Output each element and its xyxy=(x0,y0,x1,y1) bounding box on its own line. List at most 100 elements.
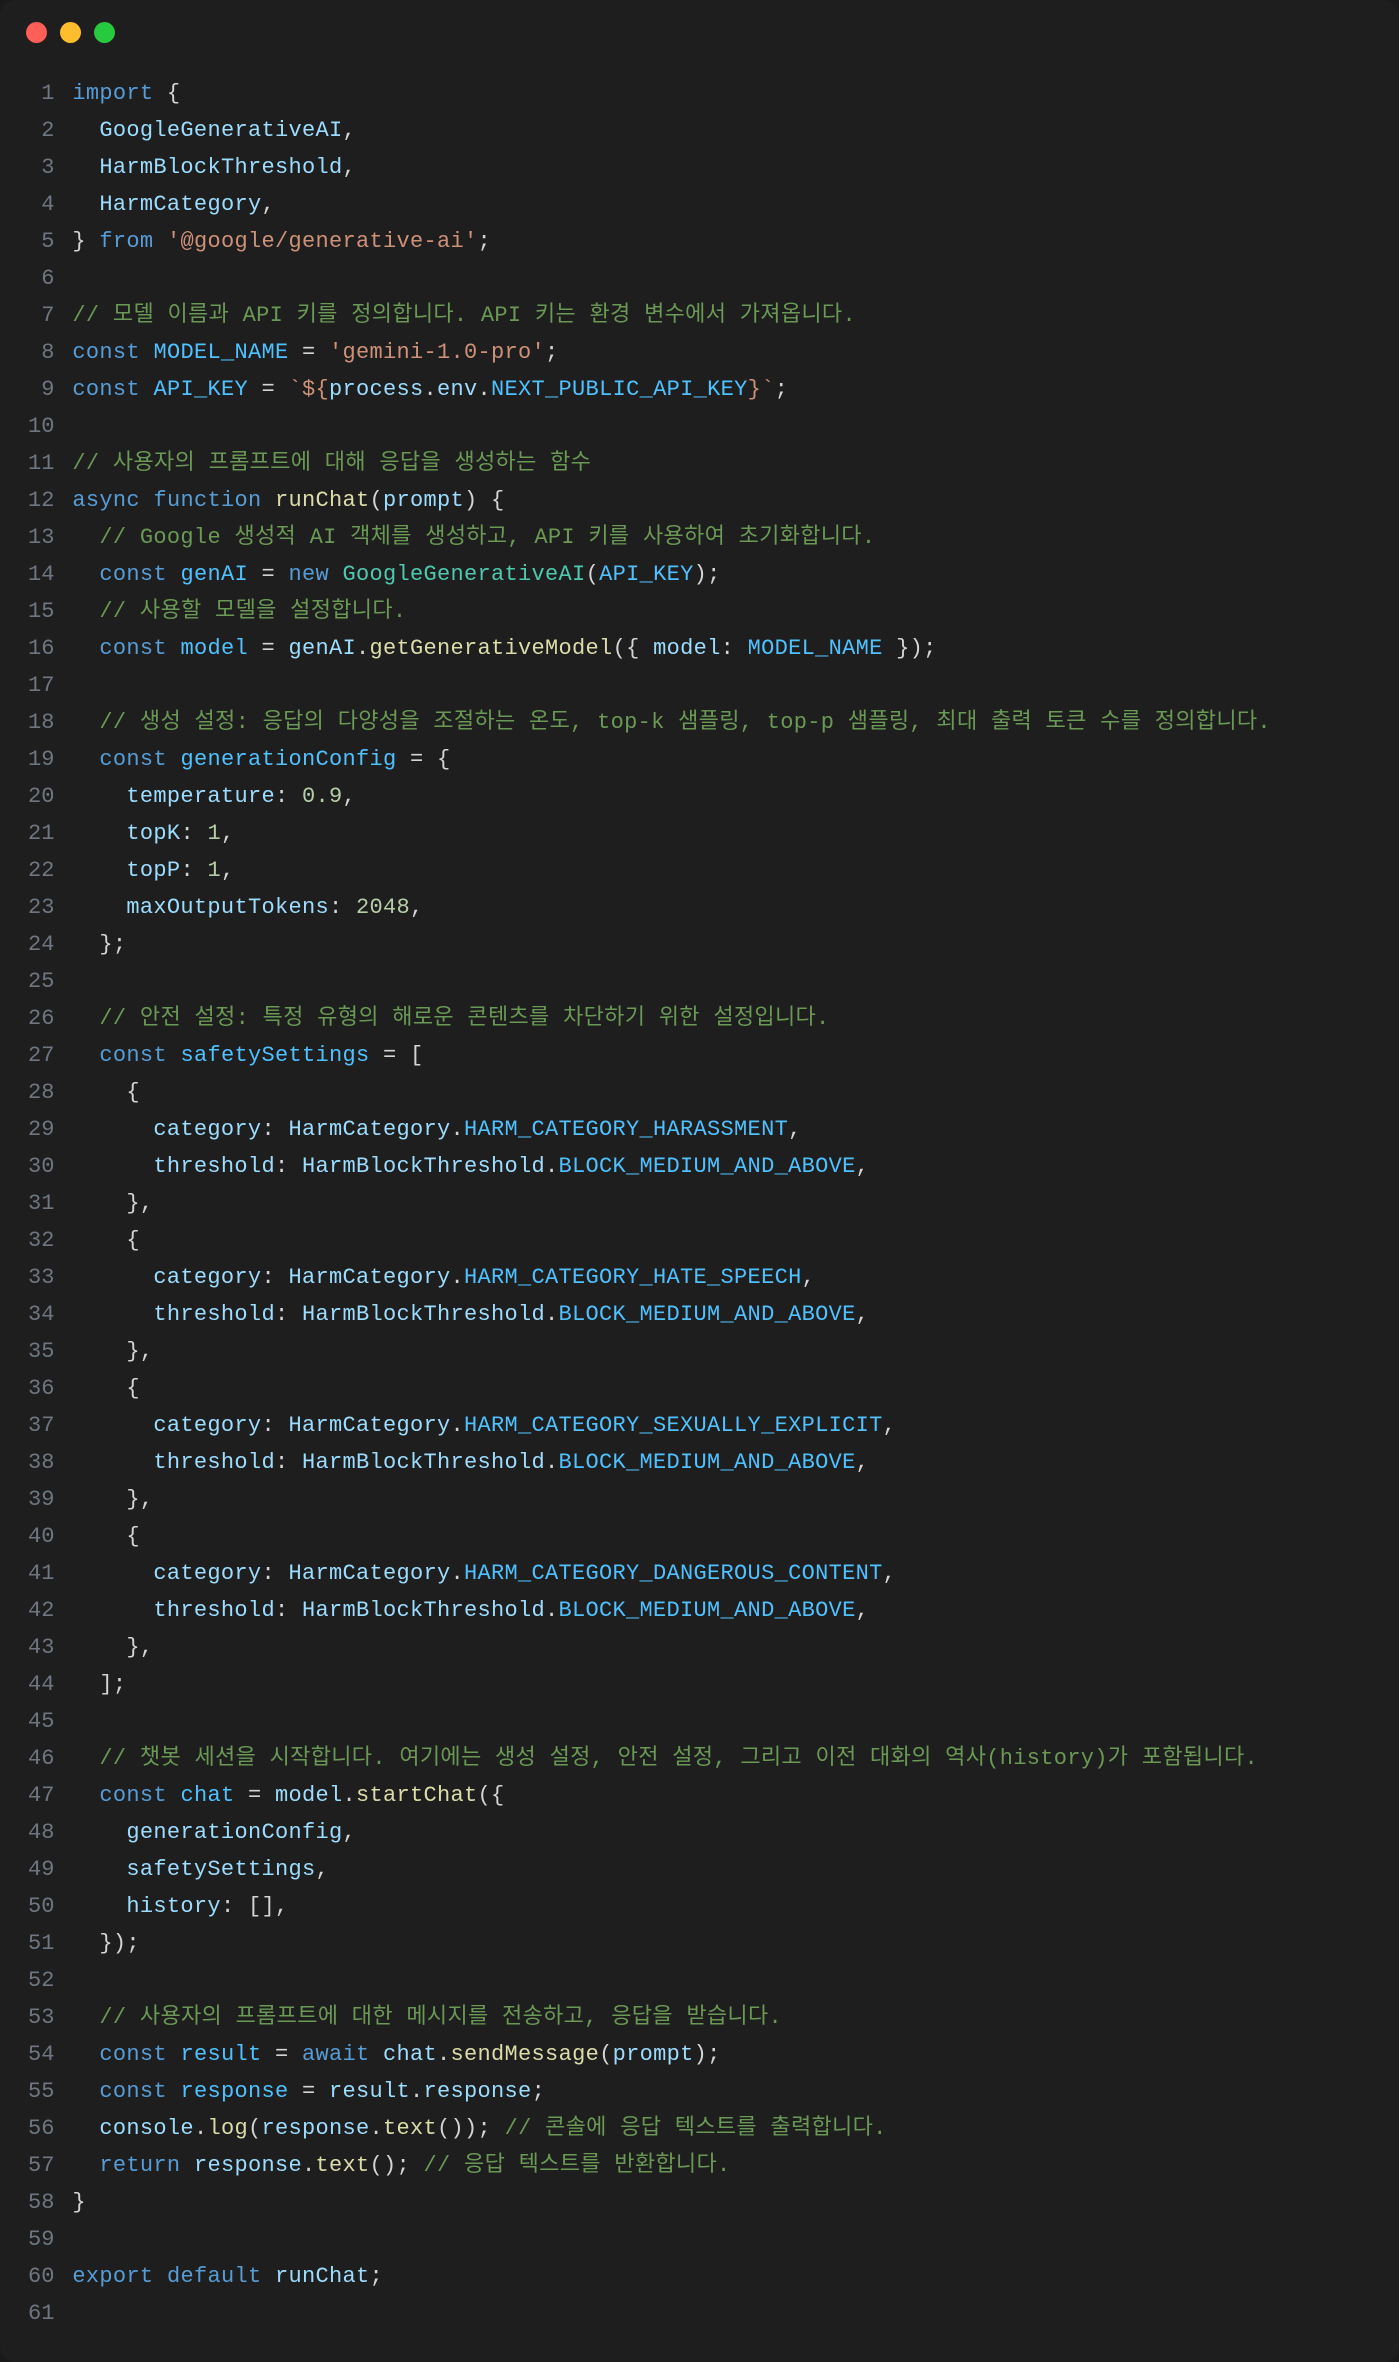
code-line[interactable]: threshold: HarmBlockThreshold.BLOCK_MEDI… xyxy=(72,1296,1369,1333)
token-var: HarmBlockThreshold xyxy=(302,1598,545,1623)
line-number: 34 xyxy=(28,1296,54,1333)
code-line[interactable]: maxOutputTokens: 2048, xyxy=(72,889,1369,926)
close-icon[interactable] xyxy=(26,22,47,43)
code-line[interactable] xyxy=(72,2221,1369,2258)
code-line[interactable]: const chat = model.startChat({ xyxy=(72,1777,1369,1814)
code-content[interactable]: import { GoogleGenerativeAI, HarmBlockTh… xyxy=(72,75,1399,2332)
code-line[interactable]: category: HarmCategory.HARM_CATEGORY_DAN… xyxy=(72,1555,1369,1592)
code-line[interactable]: // 안전 설정: 특정 유형의 해로운 콘텐츠를 차단하기 위한 설정입니다. xyxy=(72,1000,1369,1037)
code-line[interactable]: { xyxy=(72,1370,1369,1407)
token-const: HARM_CATEGORY_HARASSMENT xyxy=(464,1117,788,1142)
token-pun: , xyxy=(410,895,424,920)
code-line[interactable]: } xyxy=(72,2184,1369,2221)
token-pun: : [], xyxy=(221,1894,289,1919)
line-number: 36 xyxy=(28,1370,54,1407)
code-line[interactable]: async function runChat(prompt) { xyxy=(72,482,1369,519)
code-line[interactable]: }, xyxy=(72,1629,1369,1666)
code-line[interactable] xyxy=(72,667,1369,704)
code-line[interactable]: ]; xyxy=(72,1666,1369,1703)
code-line[interactable]: console.log(response.text()); // 콘솔에 응답 … xyxy=(72,2110,1369,2147)
line-number: 35 xyxy=(28,1333,54,1370)
code-line[interactable]: // Google 생성적 AI 객체를 생성하고, API 키를 사용하여 초… xyxy=(72,519,1369,556)
token-var: response xyxy=(261,2116,369,2141)
code-line[interactable]: HarmBlockThreshold, xyxy=(72,149,1369,186)
code-line[interactable]: topK: 1, xyxy=(72,815,1369,852)
token-pun: , xyxy=(802,1265,816,1290)
code-line[interactable]: threshold: HarmBlockThreshold.BLOCK_MEDI… xyxy=(72,1148,1369,1185)
token-pun: ( xyxy=(586,562,600,587)
token-pun xyxy=(72,784,126,809)
code-line[interactable]: } from '@google/generative-ai'; xyxy=(72,223,1369,260)
token-kw: new xyxy=(288,562,329,587)
code-line[interactable]: topP: 1, xyxy=(72,852,1369,889)
line-number: 48 xyxy=(28,1814,54,1851)
code-line[interactable]: const API_KEY = `${process.env.NEXT_PUBL… xyxy=(72,371,1369,408)
code-line[interactable] xyxy=(72,2295,1369,2332)
token-const: HARM_CATEGORY_HATE_SPEECH xyxy=(464,1265,802,1290)
code-line[interactable]: const MODEL_NAME = 'gemini-1.0-pro'; xyxy=(72,334,1369,371)
code-line[interactable] xyxy=(72,1962,1369,1999)
code-line[interactable]: const genAI = new GoogleGenerativeAI(API… xyxy=(72,556,1369,593)
code-line[interactable]: // 사용자의 프롬프트에 대해 응답을 생성하는 함수 xyxy=(72,445,1369,482)
code-line[interactable] xyxy=(72,260,1369,297)
code-line[interactable]: const result = await chat.sendMessage(pr… xyxy=(72,2036,1369,2073)
code-line[interactable]: history: [], xyxy=(72,1888,1369,1925)
code-line[interactable]: { xyxy=(72,1074,1369,1111)
line-number: 44 xyxy=(28,1666,54,1703)
code-line[interactable]: export default runChat; xyxy=(72,2258,1369,2295)
code-line[interactable] xyxy=(72,963,1369,1000)
code-line[interactable]: HarmCategory, xyxy=(72,186,1369,223)
minimize-icon[interactable] xyxy=(60,22,81,43)
code-line[interactable]: // 사용할 모델을 설정합니다. xyxy=(72,593,1369,630)
token-const: response xyxy=(180,2079,288,2104)
token-const: result xyxy=(180,2042,261,2067)
token-pun xyxy=(72,636,99,661)
token-pun: ({ xyxy=(478,1783,505,1808)
code-line[interactable]: category: HarmCategory.HARM_CATEGORY_HAT… xyxy=(72,1259,1369,1296)
code-line[interactable]: }, xyxy=(72,1185,1369,1222)
token-kw: const xyxy=(99,747,167,772)
code-line[interactable]: }, xyxy=(72,1333,1369,1370)
line-number: 23 xyxy=(28,889,54,926)
code-line[interactable]: const response = result.response; xyxy=(72,2073,1369,2110)
code-line[interactable]: // 챗봇 세션을 시작합니다. 여기에는 생성 설정, 안전 설정, 그리고 … xyxy=(72,1740,1369,1777)
line-number: 21 xyxy=(28,815,54,852)
token-str: `${ xyxy=(288,377,329,402)
token-pun xyxy=(72,1117,153,1142)
code-line[interactable]: // 모델 이름과 API 키를 정의합니다. API 키는 환경 변수에서 가… xyxy=(72,297,1369,334)
code-editor[interactable]: 1234567891011121314151617181920212223242… xyxy=(0,65,1399,2362)
token-pun: , xyxy=(221,858,235,883)
code-line[interactable]: }, xyxy=(72,1481,1369,1518)
line-number: 50 xyxy=(28,1888,54,1925)
code-line[interactable]: threshold: HarmBlockThreshold.BLOCK_MEDI… xyxy=(72,1592,1369,1629)
code-line[interactable]: GoogleGenerativeAI, xyxy=(72,112,1369,149)
code-line[interactable]: category: HarmCategory.HARM_CATEGORY_HAR… xyxy=(72,1111,1369,1148)
code-line[interactable]: { xyxy=(72,1518,1369,1555)
token-pun: . xyxy=(451,1561,465,1586)
code-line[interactable]: temperature: 0.9, xyxy=(72,778,1369,815)
code-line[interactable]: }); xyxy=(72,1925,1369,1962)
code-line[interactable]: category: HarmCategory.HARM_CATEGORY_SEX… xyxy=(72,1407,1369,1444)
code-line[interactable]: const safetySettings = [ xyxy=(72,1037,1369,1074)
token-pun: ()); xyxy=(437,2116,505,2141)
token-pun xyxy=(72,1598,153,1623)
code-line[interactable]: safetySettings, xyxy=(72,1851,1369,1888)
code-line[interactable]: return response.text(); // 응답 텍스트를 반환합니다… xyxy=(72,2147,1369,2184)
code-line[interactable]: const model = genAI.getGenerativeModel({… xyxy=(72,630,1369,667)
code-line[interactable]: // 생성 설정: 응답의 다양성을 조절하는 온도, top-k 샘플링, t… xyxy=(72,704,1369,741)
maximize-icon[interactable] xyxy=(94,22,115,43)
token-pun xyxy=(167,747,181,772)
code-line[interactable]: generationConfig, xyxy=(72,1814,1369,1851)
code-line[interactable]: const generationConfig = { xyxy=(72,741,1369,778)
code-line[interactable]: threshold: HarmBlockThreshold.BLOCK_MEDI… xyxy=(72,1444,1369,1481)
code-line[interactable]: import { xyxy=(72,75,1369,112)
token-pun xyxy=(370,2042,384,2067)
line-number: 28 xyxy=(28,1074,54,1111)
code-line[interactable] xyxy=(72,1703,1369,1740)
code-line[interactable] xyxy=(72,408,1369,445)
code-line[interactable]: { xyxy=(72,1222,1369,1259)
code-line[interactable]: }; xyxy=(72,926,1369,963)
token-prop: model xyxy=(653,636,721,661)
token-pun: ; xyxy=(369,2264,383,2289)
code-line[interactable]: // 사용자의 프롬프트에 대한 메시지를 전송하고, 응답을 받습니다. xyxy=(72,1999,1369,2036)
